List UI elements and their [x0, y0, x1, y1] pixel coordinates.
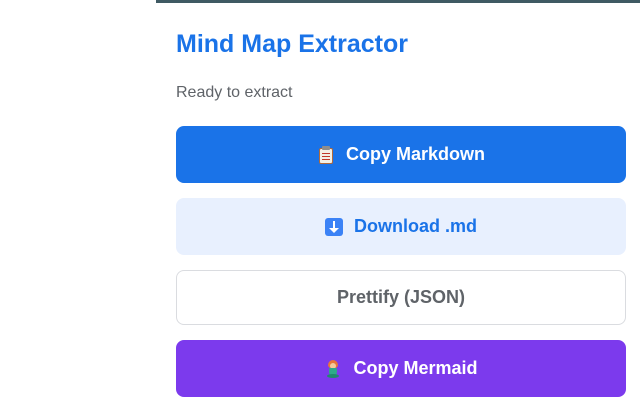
status-text: Ready to extract [176, 84, 293, 101]
prettify-json-button[interactable]: Prettify (JSON) [176, 270, 626, 325]
mermaid-icon [324, 359, 342, 378]
down-arrow-icon [325, 217, 343, 236]
download-md-label: Download .md [354, 216, 477, 236]
copy-mermaid-button[interactable]: Copy Mermaid [176, 340, 626, 397]
popup-title: Mind Map Extractor [176, 30, 408, 58]
prettify-json-label: Prettify (JSON) [336, 287, 466, 307]
copy-markdown-label: Copy Markdown [345, 144, 485, 164]
clipboard-icon [317, 145, 335, 164]
copy-markdown-button[interactable]: Copy Markdown [176, 126, 626, 183]
copy-mermaid-label: Copy Mermaid [353, 358, 478, 378]
download-md-button[interactable]: Download .md [176, 198, 626, 255]
extension-popup: Mind Map Extractor Ready to extract Copy… [156, 0, 640, 400]
popup-top-border [156, 0, 640, 3]
